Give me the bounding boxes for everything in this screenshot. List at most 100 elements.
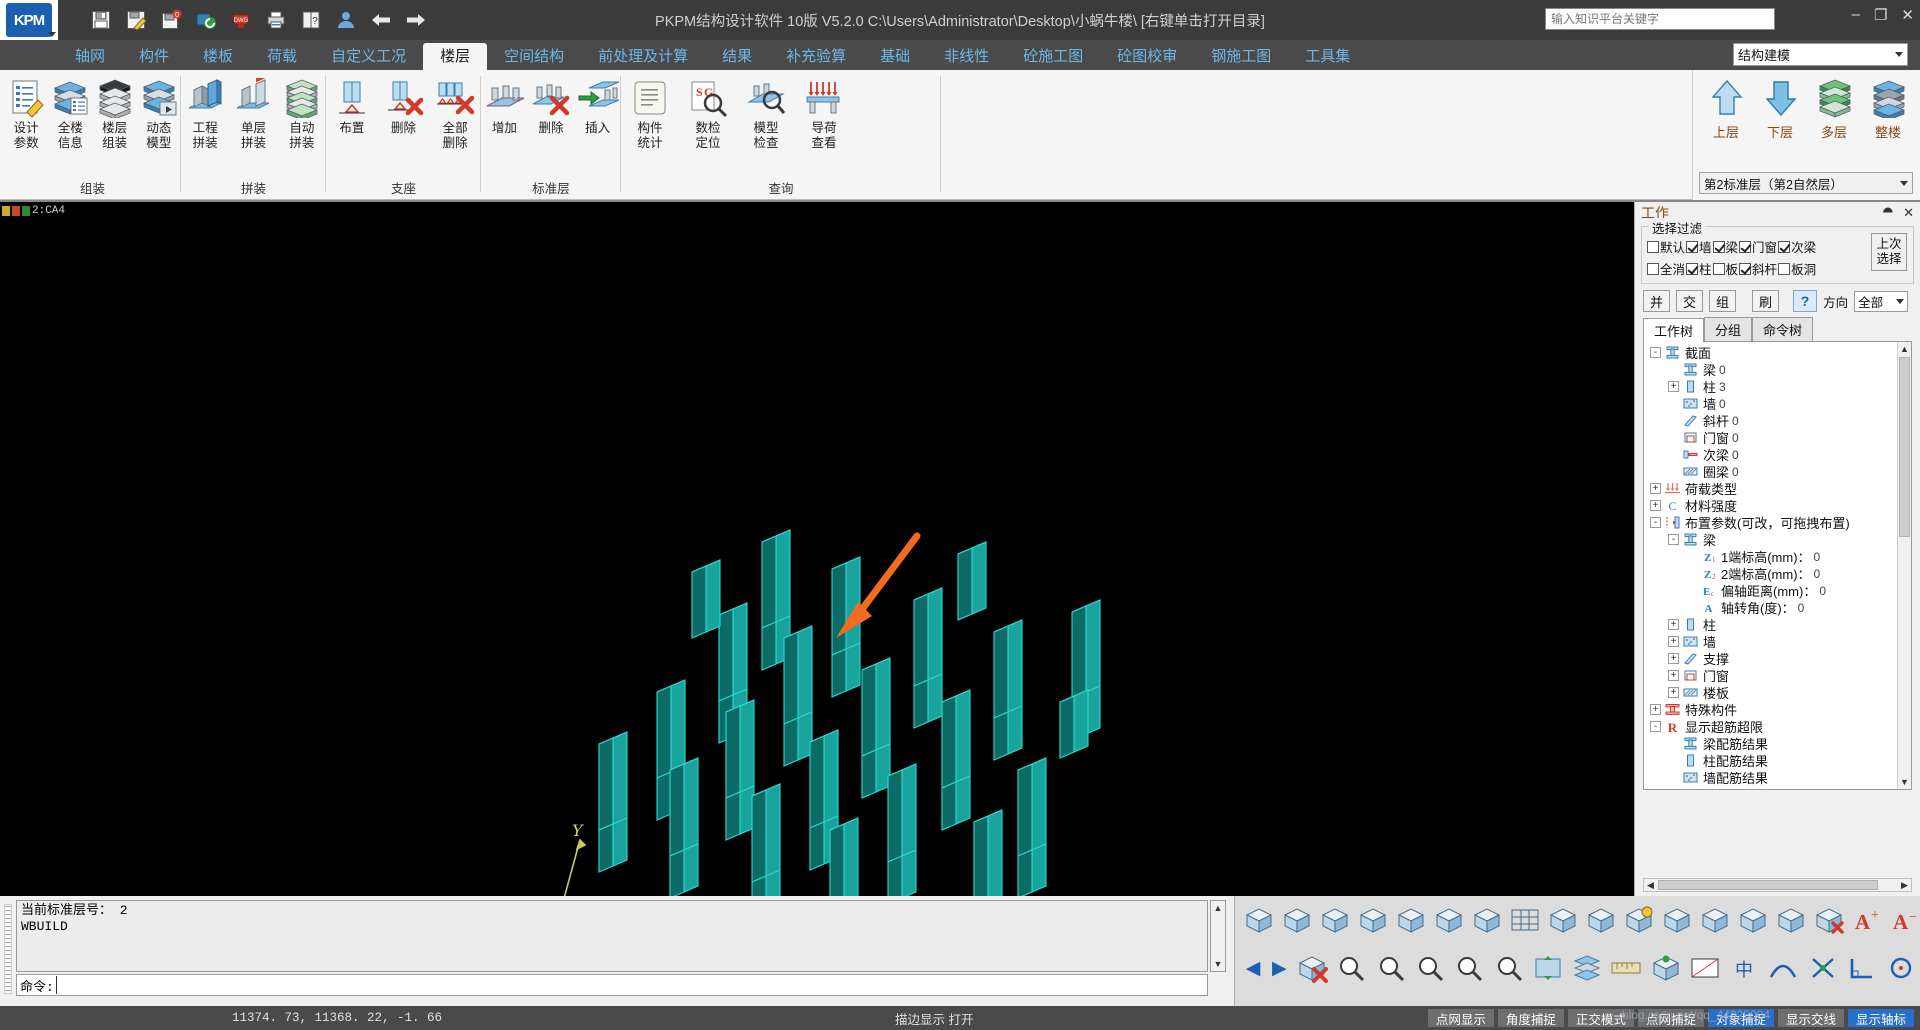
tree-node[interactable]: 柱配筋结果 <box>1644 752 1897 769</box>
save-version-icon[interactable]: 0 <box>160 9 182 31</box>
text-bigger-icon[interactable]: A + <box>1849 900 1885 940</box>
view-clip-icon[interactable] <box>1735 900 1771 940</box>
tree-tab-0[interactable]: 工作树 <box>1643 318 1705 342</box>
text-smaller-icon[interactable]: A − <box>1887 900 1920 940</box>
floor-button-multi-floor[interactable]: 多层 <box>1807 78 1861 141</box>
undo-icon[interactable] <box>370 9 392 31</box>
tree-node[interactable]: 墙0 <box>1644 395 1897 412</box>
tree-node[interactable]: + 荷载类型 <box>1644 480 1897 497</box>
menu-tab-14[interactable]: 钢施工图 <box>1194 43 1288 70</box>
print-icon[interactable] <box>265 9 287 31</box>
menu-tab-0[interactable]: 轴网 <box>58 43 122 70</box>
save-as-icon[interactable] <box>125 9 147 31</box>
status-toggle-1[interactable]: 角度捕捉 <box>1497 1009 1564 1027</box>
expand-icon[interactable]: + <box>1650 500 1661 511</box>
expand-icon[interactable]: + <box>1668 619 1679 630</box>
checkbox-box[interactable] <box>1778 262 1791 275</box>
app-logo[interactable]: KPM <box>0 0 58 40</box>
tree-tab-1[interactable]: 分组 <box>1704 317 1753 341</box>
delete-view-icon[interactable] <box>1293 948 1330 988</box>
refresh-model-icon[interactable] <box>195 9 217 31</box>
zoom-in-icon[interactable] <box>1451 948 1488 988</box>
tree-node[interactable]: - 布置参数(可改，可拖拽布置) <box>1644 514 1897 531</box>
ribbon-button-project-merge[interactable]: 工程 拼装 <box>181 76 229 151</box>
menu-tab-7[interactable]: 前处理及计算 <box>581 43 705 70</box>
help-icon[interactable]: ? <box>1793 290 1818 312</box>
checkbox-box[interactable] <box>1739 240 1752 253</box>
measure-icon[interactable] <box>1608 948 1645 988</box>
ribbon-button-model-check[interactable]: 模型 检查 <box>737 76 795 151</box>
status-toggle-5[interactable]: 显示交线 <box>1777 1009 1844 1027</box>
tree-node[interactable]: 次梁 0 <box>1644 446 1897 463</box>
scroll-up-arrow-icon[interactable]: ▲ <box>1211 901 1225 915</box>
last-selection-button[interactable]: 上次 选择 <box>1871 233 1907 271</box>
view-light-icon[interactable] <box>1697 900 1733 940</box>
tree-node[interactable]: + 柱 <box>1644 616 1897 633</box>
checkbox-box[interactable] <box>1686 262 1699 275</box>
save-icon[interactable] <box>90 9 112 31</box>
work-tree-container[interactable]: - 截面梁 0 + 柱 3 墙 0 斜杆 0 门窗 0 次梁 0 圈梁 0 + 荷载类型 + C 材料强度 - 布置参数… <box>1643 342 1912 790</box>
close-icon[interactable]: ✕ <box>1903 205 1914 221</box>
ribbon-button-dynamic-model[interactable]: 动态 模型 <box>137 76 181 151</box>
prev-view-icon[interactable]: ◀ <box>1241 948 1265 988</box>
collapse-icon[interactable]: - <box>1650 347 1661 358</box>
filter-checkbox-次梁[interactable]: 次梁 <box>1778 237 1816 256</box>
ortho-icon[interactable]: 中 <box>1726 948 1763 988</box>
menu-tab-6[interactable]: 空间结构 <box>487 43 581 70</box>
scroll-up-arrow-icon[interactable]: ▲ <box>1898 342 1911 356</box>
expand-icon[interactable]: + <box>1668 381 1679 392</box>
view-elev-icon[interactable] <box>1545 900 1581 940</box>
tree-node[interactable]: -梁 <box>1644 531 1897 548</box>
scroll-thumb[interactable] <box>1899 357 1910 537</box>
center-icon[interactable] <box>1883 948 1920 988</box>
refresh-button[interactable]: 刷 <box>1752 290 1780 312</box>
zoom-out-icon[interactable] <box>1490 948 1527 988</box>
tree-node[interactable]: + 支撑 <box>1644 650 1897 667</box>
ribbon-button-design-params[interactable]: 设计 参数 <box>4 76 48 151</box>
layer-stack-icon[interactable] <box>1568 948 1605 988</box>
checkbox-box[interactable] <box>1712 262 1725 275</box>
scroll-right-arrow-icon[interactable]: ▶ <box>1898 879 1911 891</box>
scroll-thumb-h[interactable] <box>1658 880 1878 890</box>
arc-icon[interactable] <box>1804 948 1841 988</box>
help-icon[interactable]: ? <box>300 9 322 31</box>
menu-tab-2[interactable]: 楼板 <box>186 43 250 70</box>
group-button[interactable]: 组 <box>1709 290 1737 312</box>
menu-tab-12[interactable]: 砼施工图 <box>1006 43 1100 70</box>
tree-node[interactable]: + 楼板 <box>1644 684 1897 701</box>
view-render-icon[interactable] <box>1621 900 1657 940</box>
filter-checkbox-门窗[interactable]: 门窗 <box>1739 237 1777 256</box>
redo-icon[interactable] <box>405 9 427 31</box>
dwg-import-icon[interactable]: DWG <box>230 9 252 31</box>
perp-icon[interactable] <box>1843 948 1880 988</box>
status-toggle-0[interactable]: 点网显示 <box>1427 1009 1494 1027</box>
ribbon-button-layer-delete[interactable]: 删除 <box>528 76 575 136</box>
view-left-icon[interactable] <box>1317 900 1353 940</box>
tree-node[interactable]: 斜杆 0 <box>1644 412 1897 429</box>
collapse-icon[interactable]: - <box>1650 721 1661 732</box>
module-select[interactable]: 结构建模 <box>1733 43 1908 66</box>
checkbox-box[interactable] <box>1686 240 1699 253</box>
expand-icon[interactable]: + <box>1668 636 1679 647</box>
ribbon-button-building-info[interactable]: 全楼 信息 <box>48 76 92 151</box>
tree-node[interactable]: 墙配筋结果 <box>1644 769 1897 786</box>
floor-button-arrow-up[interactable]: 上层 <box>1699 78 1753 141</box>
command-input-row[interactable]: 命令: <box>16 974 1208 996</box>
zoom-prev-icon[interactable] <box>1411 948 1448 988</box>
ribbon-button-layer-insert[interactable]: 插入 <box>574 76 621 136</box>
current-floor-select[interactable]: 第2标准层（第2自然层） <box>1699 172 1913 194</box>
user-icon[interactable] <box>335 9 357 31</box>
next-view-icon[interactable]: ▶ <box>1267 948 1291 988</box>
tree-node[interactable]: + 特殊构件 <box>1644 701 1897 718</box>
menu-tab-4[interactable]: 自定义工况 <box>314 43 423 70</box>
view-free-icon[interactable] <box>1583 900 1619 940</box>
menu-tab-15[interactable]: 工具集 <box>1288 43 1367 70</box>
tree-node[interactable]: A 轴转角(度)： 0 <box>1644 599 1897 617</box>
expand-icon[interactable]: + <box>1668 653 1679 664</box>
view-iso-icon[interactable] <box>1355 900 1391 940</box>
checkbox-box[interactable] <box>1712 240 1725 253</box>
command-area-grip[interactable] <box>4 904 12 994</box>
floor-button-whole-building[interactable]: 整楼 <box>1861 78 1915 141</box>
ribbon-button-quantity-locate[interactable]: S G 数检 定位 <box>679 76 737 151</box>
status-toggle-6[interactable]: 显示轴标 <box>1847 1009 1914 1027</box>
